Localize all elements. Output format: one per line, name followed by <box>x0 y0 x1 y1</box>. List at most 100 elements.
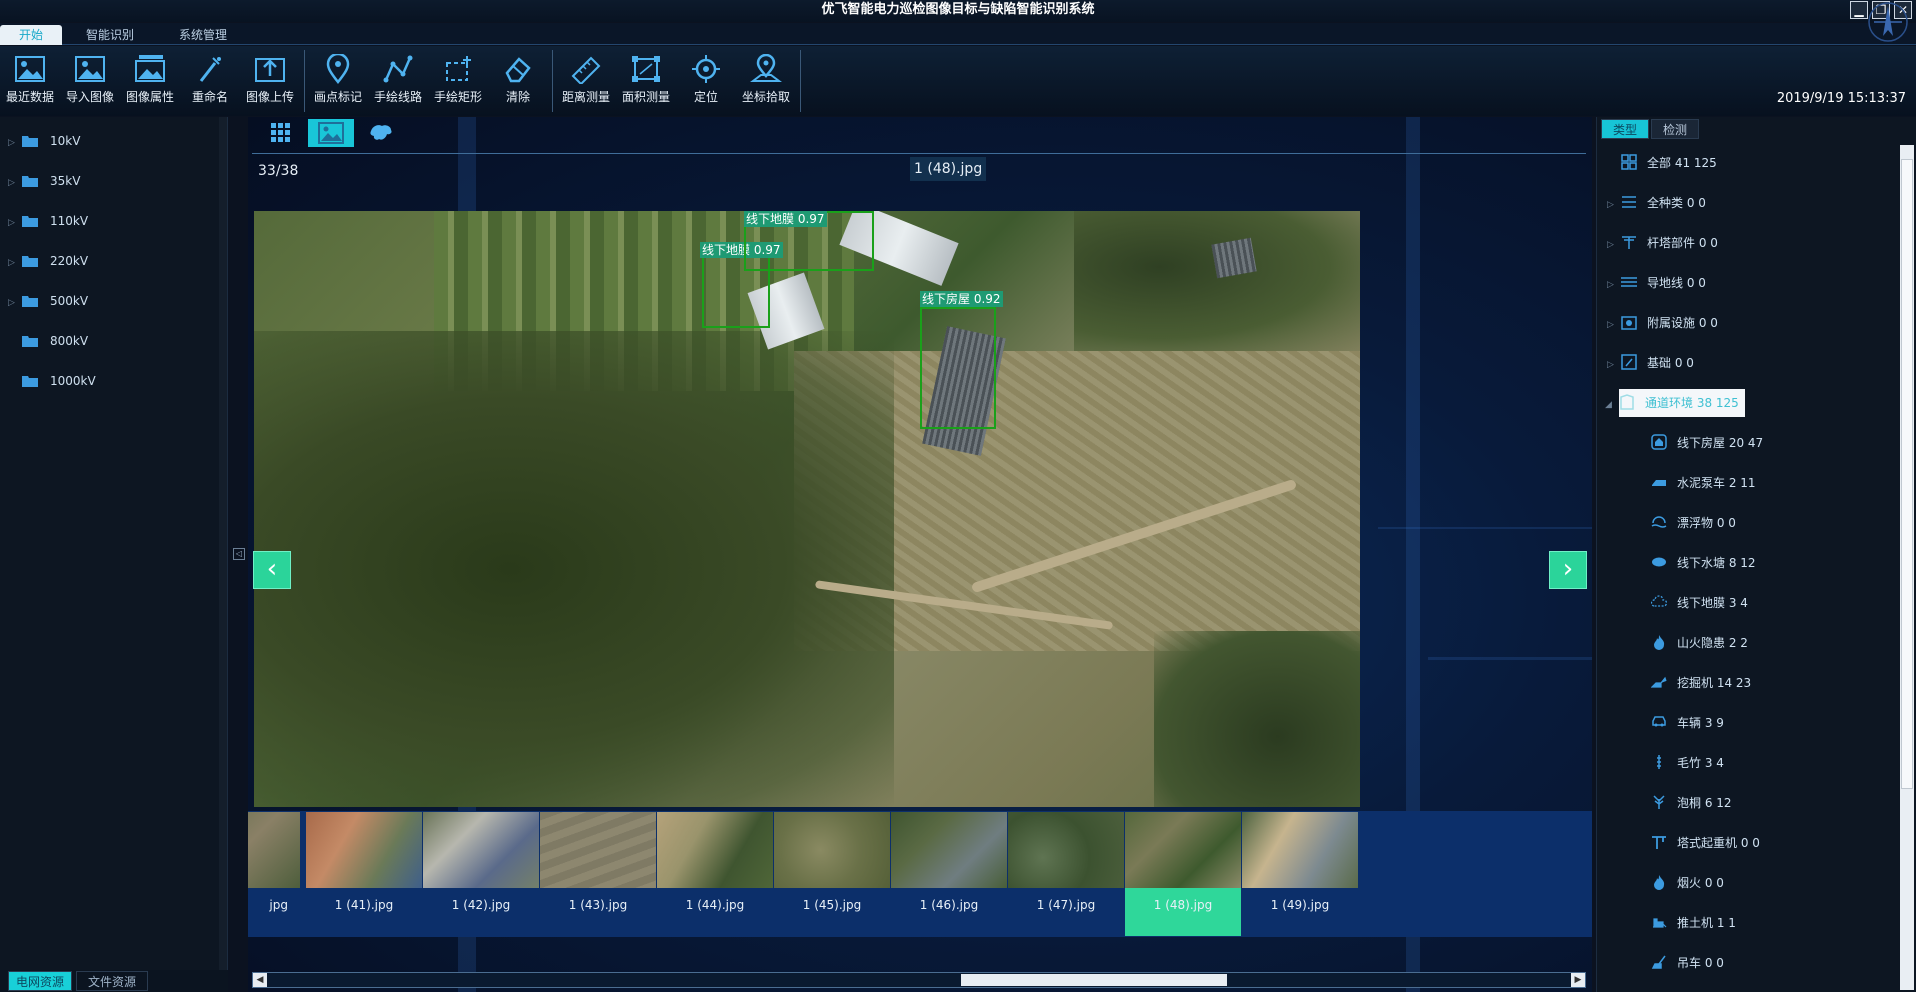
thumbnail[interactable]: 1 (45).jpg <box>774 812 890 936</box>
image-counter: 33/38 <box>258 163 299 179</box>
category-item-house[interactable]: 线下房屋 20 47 <box>1651 429 1763 457</box>
draw-line-button[interactable]: 手绘线路 <box>368 50 428 112</box>
filmstrip-scrollbar[interactable]: ◀ ▶ <box>252 972 1586 988</box>
category-item-all-kinds[interactable]: ▷ 全种类 0 0 <box>1607 189 1706 217</box>
upload-image-button[interactable]: 图像上传 <box>240 50 300 112</box>
category-item-pump-truck[interactable]: 水泥泵车 2 11 <box>1651 469 1756 497</box>
expand-arrow-icon[interactable]: ▷ <box>1607 191 1621 219</box>
thumbnail[interactable]: 1 (47).jpg <box>1008 812 1124 936</box>
thumbnail[interactable]: 1 (41).jpg <box>306 812 422 936</box>
distance-measure-button[interactable]: 距离测量 <box>556 50 616 112</box>
tree-item-800kv[interactable]: 800kV <box>8 331 88 351</box>
category-item-foundation[interactable]: ▷ 基础 0 0 <box>1607 349 1694 377</box>
thumbnail[interactable]: 1 (49).jpg <box>1242 812 1358 936</box>
category-item-wildfire-hazard[interactable]: 山火隐患 2 2 <box>1651 629 1748 657</box>
tree-item-500kv[interactable]: ▷ 500kV <box>8 291 88 311</box>
menu-start[interactable]: 开始 <box>0 25 62 45</box>
scroll-left-icon[interactable]: ◀ <box>253 973 267 987</box>
tab-map-view[interactable] <box>358 119 404 147</box>
thumbnail-caption: 1 (48).jpg <box>1153 898 1213 912</box>
collapse-panel-button[interactable]: ◁ <box>233 548 245 560</box>
previous-image-button[interactable]: ‹ <box>253 551 291 589</box>
category-label: 烟火 0 0 <box>1677 876 1724 890</box>
category-item-tower-parts[interactable]: ▷ 杆塔部件 0 0 <box>1607 229 1718 257</box>
expand-arrow-icon[interactable]: ▷ <box>1607 231 1621 259</box>
thumbnail-selected[interactable]: 1 (48).jpg <box>1125 812 1241 936</box>
recent-data-button[interactable]: 最近数据 <box>0 50 60 112</box>
point-marker-button[interactable]: 画点标记 <box>308 50 368 112</box>
scroll-right-icon[interactable]: ▶ <box>1571 973 1585 987</box>
category-item-all[interactable]: 全部 41 125 <box>1607 149 1717 177</box>
scrollbar-thumb[interactable] <box>1901 159 1913 789</box>
expand-arrow-icon[interactable]: ▷ <box>8 133 22 153</box>
category-item-channel-environment[interactable]: ◢ 通道环境 38 125 <box>1605 389 1745 417</box>
thumbnail[interactable]: 1 (44).jpg <box>657 812 773 936</box>
chevron-right-icon: › <box>1562 554 1574 584</box>
expand-arrow-icon[interactable]: ▷ <box>1607 351 1621 379</box>
thumbnail-image <box>891 812 1007 888</box>
category-item-bamboo[interactable]: 毛竹 3 4 <box>1651 749 1724 777</box>
expand-arrow-icon[interactable]: ▷ <box>8 253 22 273</box>
thumbnail-caption: jpg <box>269 898 288 912</box>
thumbnail[interactable]: 1 (46).jpg <box>891 812 1007 936</box>
next-image-button[interactable]: › <box>1549 551 1587 589</box>
expand-arrow-icon[interactable]: ▷ <box>8 173 22 193</box>
tab-detection[interactable]: 检测 <box>1651 119 1699 139</box>
tab-grid-resources[interactable]: 电网资源 <box>8 971 72 991</box>
category-item-floating-object[interactable]: 漂浮物 0 0 <box>1651 509 1736 537</box>
category-panel-scrollbar[interactable] <box>1900 145 1914 990</box>
expand-arrow-icon[interactable]: ▷ <box>1607 271 1621 299</box>
expand-arrow-icon[interactable]: ▷ <box>8 213 22 233</box>
thumbnail[interactable]: 1 (43).jpg <box>540 812 656 936</box>
eraser-button[interactable]: 清除 <box>488 50 548 112</box>
menu-smart-recognition[interactable]: 智能识别 <box>72 25 148 45</box>
eraser-icon <box>505 57 531 83</box>
tab-grid-view[interactable] <box>258 119 304 147</box>
expand-arrow-icon[interactable]: ▷ <box>1607 311 1621 339</box>
tree-item-1000kv[interactable]: 1000kV <box>8 371 96 391</box>
category-item-facilities[interactable]: ▷ 附属设施 0 0 <box>1607 309 1718 337</box>
import-image-button[interactable]: 导入图像 <box>60 50 120 112</box>
excavator-icon <box>1651 676 1667 688</box>
pump-truck-icon <box>1652 480 1666 486</box>
category-label: 挖掘机 14 23 <box>1677 676 1752 690</box>
scrollbar-thumb[interactable] <box>961 974 1227 986</box>
category-item-ground-film[interactable]: 线下地膜 3 4 <box>1651 589 1748 617</box>
category-item-smoke-fire[interactable]: 烟火 0 0 <box>1651 869 1724 897</box>
tree-item-label: 10kV <box>50 134 81 148</box>
thumbnail[interactable]: 1 (42).jpg <box>423 812 539 936</box>
category-item-paulownia[interactable]: 泡桐 6 12 <box>1651 789 1732 817</box>
thumbnail[interactable]: jpg <box>248 812 300 936</box>
locate-button[interactable]: 定位 <box>676 50 736 112</box>
tree-item-35kv[interactable]: ▷ 35kV <box>8 171 80 191</box>
category-item-pond[interactable]: 线下水塘 8 12 <box>1651 549 1756 577</box>
image-filename: 1 (48).jpg <box>910 157 987 181</box>
category-item-tower-crane[interactable]: 塔式起重机 0 0 <box>1651 829 1760 857</box>
tree-item-10kv[interactable]: ▷ 10kV <box>8 131 80 151</box>
tab-image-view[interactable] <box>308 119 354 147</box>
tab-type[interactable]: 类型 <box>1601 119 1649 139</box>
expand-arrow-icon[interactable]: ▷ <box>8 293 22 313</box>
draw-rectangle-button[interactable]: 手绘矩形 <box>428 50 488 112</box>
menu-system-management[interactable]: 系统管理 <box>166 25 240 45</box>
left-panel-scrollbar[interactable] <box>219 117 227 970</box>
image-viewer: 33/38 1 (48).jpg 线下地膜 0.97 线下地膜 0.97 线下房… <box>248 117 1592 992</box>
rename-button[interactable]: 重命名 <box>180 50 240 112</box>
smoke-fire-icon <box>1654 875 1665 890</box>
area-measure-button[interactable]: 面积测量 <box>616 50 676 112</box>
detection-box[interactable] <box>920 307 996 429</box>
floating-object-icon <box>1651 516 1667 528</box>
image-properties-button[interactable]: 图像属性 <box>120 50 180 112</box>
coordinate-pick-button[interactable]: 坐标拾取 <box>736 50 796 112</box>
title-bar: 优飞智能电力巡检图像目标与缺陷智能识别系统 ▁ ❐ ✕ <box>0 0 1916 22</box>
tree-item-110kv[interactable]: ▷ 110kV <box>8 211 88 231</box>
tree-item-220kv[interactable]: ▷ 220kV <box>8 251 88 271</box>
tab-file-resources[interactable]: 文件资源 <box>76 971 148 991</box>
aerial-photo[interactable]: 线下地膜 0.97 线下地膜 0.97 线下房屋 0.92 <box>254 211 1360 807</box>
category-item-crane[interactable]: 吊车 0 0 <box>1651 949 1724 977</box>
category-item-bulldozer[interactable]: 推土机 1 1 <box>1651 909 1736 937</box>
category-item-excavator[interactable]: 挖掘机 14 23 <box>1651 669 1751 697</box>
category-item-wires[interactable]: ▷ 导地线 0 0 <box>1607 269 1706 297</box>
category-item-vehicle[interactable]: 车辆 3 9 <box>1651 709 1724 737</box>
collapse-arrow-icon[interactable]: ◢ <box>1605 391 1619 419</box>
